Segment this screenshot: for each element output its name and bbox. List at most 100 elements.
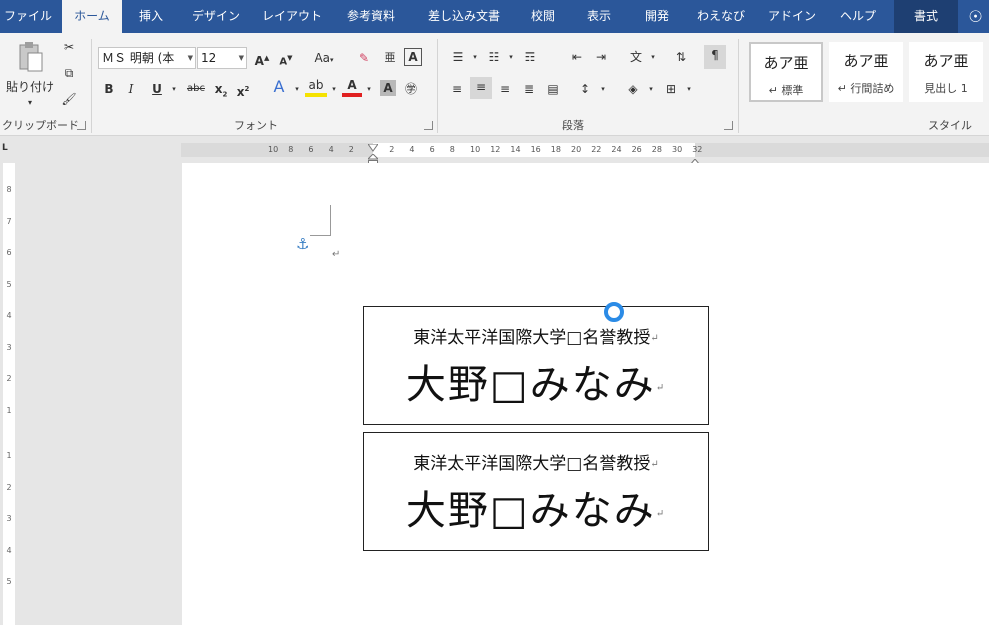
font-launcher-icon[interactable]: [424, 121, 433, 130]
ruler-label: 6: [429, 145, 435, 154]
tab-home[interactable]: ホーム: [62, 0, 122, 33]
vertical-ruler[interactable]: 8 7 6 5 4 3 2 1 1 2 3 4 5: [0, 163, 20, 625]
subscript-button[interactable]: x2: [212, 79, 230, 104]
tab-design[interactable]: デザイン: [180, 0, 252, 33]
font-color-dropdown-icon[interactable]: ▾: [364, 79, 374, 99]
font-size-dropdown-icon[interactable]: ▼: [239, 48, 244, 68]
multilevel-list-icon[interactable]: ☶: [518, 47, 542, 67]
lightbulb-icon[interactable]: ☉: [962, 0, 989, 33]
shrink-font-icon[interactable]: A▼: [276, 48, 296, 72]
show-marks-icon[interactable]: ¶: [704, 45, 726, 69]
cut-icon[interactable]: ✂: [60, 37, 78, 57]
vertical-ruler-label: 7: [6, 216, 12, 226]
italic-button[interactable]: I: [122, 79, 140, 99]
text-direction-dropdown-icon[interactable]: ▾: [648, 47, 658, 67]
tab-file[interactable]: ファイル: [0, 0, 56, 33]
line-spacing-icon[interactable]: ↕: [574, 79, 596, 99]
style-heading-1[interactable]: あア亜 見出し 1: [909, 42, 983, 102]
tab-addins[interactable]: アドイン: [758, 0, 826, 33]
clipboard-group-label: クリップボード: [2, 119, 79, 132]
ruler-label: 8: [449, 145, 455, 154]
horizontal-ruler[interactable]: L 10 8 6 4 2 2 4 6 8 10 12 14 16 18 20 22 24 26 28 30 32: [0, 137, 989, 166]
line-spacing-dropdown-icon[interactable]: ▾: [598, 79, 608, 99]
align-left-icon[interactable]: ≡: [446, 79, 468, 99]
ruler-label: 2: [389, 145, 395, 154]
text-box-2[interactable]: 東洋太平洋国際大学□名誉教授↵ 大野□みなみ↵: [363, 432, 709, 551]
paragraph-launcher-icon[interactable]: [724, 121, 733, 130]
tab-format[interactable]: 書式: [894, 0, 958, 33]
copy-icon[interactable]: ⧉: [60, 63, 78, 83]
ruler-label: 26: [631, 145, 642, 154]
highlight-dropdown-icon[interactable]: ▾: [329, 79, 339, 99]
distributed-icon[interactable]: ▤: [542, 79, 564, 99]
borders-icon[interactable]: ⊞: [660, 79, 682, 99]
align-center-icon[interactable]: ≡: [470, 77, 492, 99]
align-right-icon[interactable]: ≡: [494, 79, 516, 99]
tab-references[interactable]: 参考資料: [332, 0, 410, 33]
character-border-icon[interactable]: A: [404, 48, 422, 66]
right-indent-marker[interactable]: [688, 151, 702, 166]
borders-dropdown-icon[interactable]: ▾: [684, 79, 694, 99]
format-painter-icon[interactable]: 🖌: [60, 89, 78, 109]
text-box-1[interactable]: 東洋太平洋国際大学□名誉教授↵ 大野□みなみ↵: [363, 306, 709, 425]
margin-corner-mark: [310, 205, 331, 236]
underline-dropdown-icon[interactable]: ▾: [168, 79, 180, 99]
clipboard-launcher-icon[interactable]: [77, 121, 86, 130]
tab-review[interactable]: 校閲: [518, 0, 568, 33]
increase-indent-icon[interactable]: ⇥: [590, 47, 612, 67]
tab-insert[interactable]: 挿入: [126, 0, 176, 33]
style-sample: あア亜: [763, 54, 809, 72]
paste-dropdown-icon[interactable]: ▾: [22, 93, 38, 113]
textbox-2-line2: 大野□みなみ: [405, 488, 656, 534]
sort-icon[interactable]: ⇅: [670, 47, 692, 67]
text-effects-dropdown-icon[interactable]: ▾: [292, 79, 302, 99]
font-size-value: 12: [201, 51, 217, 65]
text-direction-icon[interactable]: 文: [624, 47, 648, 67]
font-size-field[interactable]: 12 ▼: [197, 47, 247, 69]
strikethrough-button[interactable]: abc: [184, 79, 208, 99]
ruler-label: 28: [651, 145, 662, 154]
vertical-ruler-label: 1: [6, 405, 12, 415]
tab-mailings[interactable]: 差し込み文書: [414, 0, 514, 33]
tab-help[interactable]: ヘルプ: [830, 0, 886, 33]
font-name-value: ＭＳ 明朝 (本: [102, 51, 175, 65]
justify-icon[interactable]: ≣: [518, 79, 540, 99]
font-name-field[interactable]: ＭＳ 明朝 (本 ▼: [98, 47, 196, 69]
highlight-icon[interactable]: ab: [305, 77, 327, 97]
style-name: ↵ 行間詰め: [837, 82, 895, 95]
document-page[interactable]: ⚓ ↵ 東洋太平洋国際大学□名誉教授↵ 大野□みなみ↵ 東洋太平洋国際大学□名誉…: [182, 163, 989, 625]
superscript-button[interactable]: x2: [234, 79, 252, 102]
shading-dropdown-icon[interactable]: ▾: [646, 79, 656, 99]
shading-icon[interactable]: ◈: [622, 79, 644, 99]
bold-button[interactable]: B: [100, 79, 118, 99]
style-standard[interactable]: あア亜 ↵ 標準: [749, 42, 823, 102]
first-line-indent-marker[interactable]: [367, 137, 379, 152]
tab-waenavi[interactable]: わえなび: [688, 0, 754, 33]
font-name-dropdown-icon[interactable]: ▼: [188, 48, 193, 68]
tab-view[interactable]: 表示: [572, 0, 626, 33]
ruler-label: 10: [470, 145, 481, 154]
character-shading-icon[interactable]: A: [380, 80, 396, 96]
clear-formatting-icon[interactable]: ✎: [354, 48, 374, 68]
textbox-2-line1: 東洋太平洋国際大学□名誉教授: [413, 454, 651, 474]
numbering-dropdown-icon[interactable]: ▾: [506, 47, 516, 67]
enclose-characters-icon[interactable]: ㊫: [402, 79, 420, 99]
bullets-icon[interactable]: ☰: [446, 47, 470, 67]
anchor-icon[interactable]: ⚓: [296, 235, 312, 253]
ribbon-tab-bar: ファイル ホーム 挿入 デザイン レイアウト 参考資料 差し込み文書 校閲 表示…: [0, 0, 989, 33]
tab-layout[interactable]: レイアウト: [256, 0, 328, 33]
decrease-indent-icon[interactable]: ⇤: [566, 47, 588, 67]
vertical-ruler-label: 4: [6, 311, 12, 320]
change-case-button[interactable]: Aa▾: [307, 48, 341, 70]
bullets-dropdown-icon[interactable]: ▾: [470, 47, 480, 67]
numbering-icon[interactable]: ☷: [482, 47, 506, 67]
grow-font-icon[interactable]: A▲: [252, 48, 272, 71]
font-color-icon[interactable]: A: [342, 77, 362, 97]
text-effects-icon[interactable]: A: [268, 77, 290, 97]
phonetic-guide-icon[interactable]: 亜: [380, 48, 400, 68]
left-indent-marker[interactable]: [366, 151, 380, 166]
style-no-spacing[interactable]: あア亜 ↵ 行間詰め: [829, 42, 903, 102]
tab-developer[interactable]: 開発: [630, 0, 684, 33]
rotation-handle[interactable]: [604, 302, 624, 322]
underline-button[interactable]: U: [148, 79, 166, 99]
